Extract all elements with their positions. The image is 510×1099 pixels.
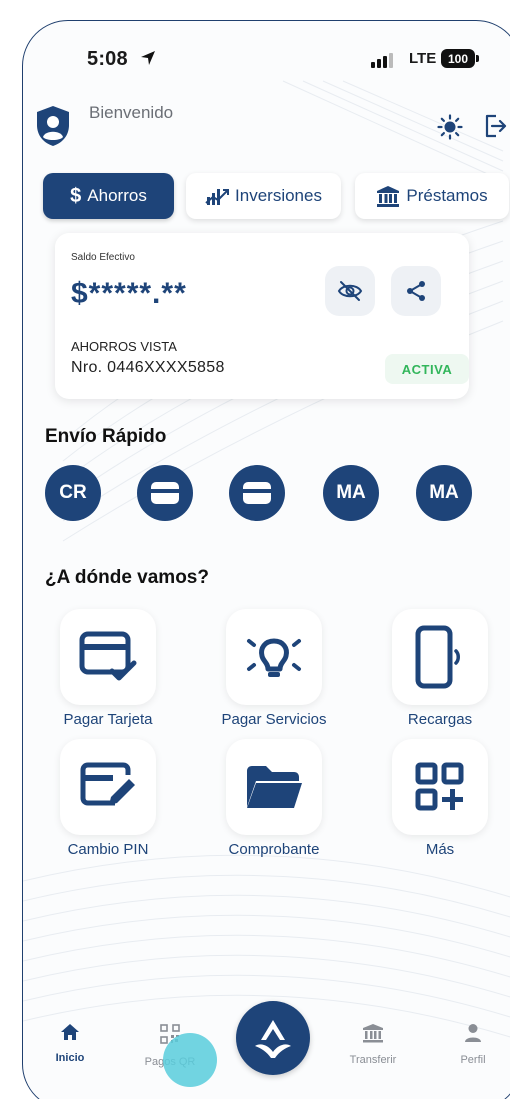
network-type: LTE bbox=[409, 50, 437, 67]
bank-icon bbox=[363, 1024, 383, 1043]
battery-icon: 100 bbox=[441, 49, 479, 68]
shield-user-icon bbox=[37, 106, 69, 146]
card-icon bbox=[243, 482, 271, 504]
tile-label: Pagar Tarjeta bbox=[63, 711, 153, 728]
quick-contact[interactable] bbox=[229, 465, 285, 521]
lightbulb-icon bbox=[247, 638, 301, 677]
balance-amount: $*****.** bbox=[71, 277, 187, 310]
bank-icon bbox=[377, 186, 400, 207]
contact-initials: MA bbox=[336, 482, 366, 503]
card-icon bbox=[151, 482, 179, 504]
share-button[interactable] bbox=[391, 266, 441, 316]
card-edit-icon bbox=[80, 762, 135, 806]
grid-plus-icon bbox=[415, 762, 464, 811]
chart-icon bbox=[205, 189, 230, 205]
home-icon bbox=[61, 1024, 79, 1040]
quick-contact[interactable]: CR bbox=[45, 465, 101, 521]
phone-signal-icon bbox=[415, 625, 460, 689]
tab-ahorros[interactable]: $ Ahorros bbox=[43, 173, 174, 219]
nav-transferir[interactable]: Transferir bbox=[333, 1023, 413, 1066]
destinations-title: ¿A dónde vamos? bbox=[45, 567, 209, 588]
tile-label: Cambio PIN bbox=[67, 841, 149, 858]
nav-label: Inicio bbox=[55, 1052, 85, 1064]
tile-label: Comprobante bbox=[228, 841, 320, 858]
eye-off-icon bbox=[337, 281, 363, 301]
location-arrow-icon bbox=[141, 51, 155, 65]
tab-inversiones[interactable]: Inversiones bbox=[186, 173, 341, 219]
pagar-tarjeta-button[interactable]: Pagar Tarjeta bbox=[23, 609, 193, 728]
tab-prestamos[interactable]: Préstamos bbox=[355, 173, 509, 219]
tile bbox=[226, 609, 322, 705]
status-time: 5:08 bbox=[87, 48, 128, 70]
logout-icon[interactable] bbox=[483, 113, 507, 139]
toggle-visibility-button[interactable] bbox=[325, 266, 375, 316]
share-icon bbox=[407, 281, 425, 301]
status-badge: ACTIVA bbox=[385, 354, 469, 384]
tile-label: Pagar Servicios bbox=[221, 711, 327, 728]
pagar-servicios-button[interactable]: Pagar Servicios bbox=[189, 609, 359, 728]
recargas-button[interactable]: Recargas bbox=[355, 609, 510, 728]
phone-frame: 5:08 LTE 100 Bienvenido $ Ahorros Invers… bbox=[22, 20, 510, 1099]
quick-contact[interactable] bbox=[137, 465, 193, 521]
contact-initials: MA bbox=[429, 482, 459, 503]
tab-label: Inversiones bbox=[235, 186, 322, 205]
touch-indicator bbox=[163, 1033, 217, 1087]
comprobante-button[interactable]: Comprobante bbox=[189, 739, 359, 858]
tile bbox=[392, 739, 488, 835]
contact-initials: CR bbox=[59, 482, 87, 503]
credit-card-check-icon bbox=[79, 631, 137, 681]
mas-button[interactable]: Más bbox=[355, 739, 510, 858]
dollar-icon: $ bbox=[70, 184, 82, 207]
tile bbox=[226, 739, 322, 835]
welcome-text: Bienvenido bbox=[89, 103, 174, 122]
cambio-pin-button[interactable]: Cambio PIN bbox=[23, 739, 193, 858]
tab-label: Ahorros bbox=[87, 186, 147, 205]
nav-label: Perfil bbox=[460, 1054, 486, 1066]
quick-send-title: Envío Rápido bbox=[45, 426, 167, 447]
account-number: Nro. 0446XXXX5858 bbox=[71, 359, 225, 376]
signal-bars-icon bbox=[371, 53, 393, 68]
quick-contact[interactable]: MA bbox=[323, 465, 379, 521]
tab-label: Préstamos bbox=[406, 186, 488, 205]
tile-label: Recargas bbox=[407, 711, 473, 728]
nav-perfil[interactable]: Perfil bbox=[433, 1023, 510, 1066]
nav-label: Transferir bbox=[349, 1054, 397, 1066]
balance-caption: Saldo Efectivo bbox=[71, 252, 135, 263]
account-card[interactable]: Saldo Efectivo $*****.** AHORROS VISTA N… bbox=[55, 233, 469, 399]
person-icon bbox=[465, 1024, 481, 1042]
nav-inicio[interactable]: Inicio bbox=[30, 1023, 110, 1064]
battery-level: 100 bbox=[447, 51, 469, 66]
tile bbox=[392, 609, 488, 705]
sun-icon[interactable] bbox=[437, 114, 463, 140]
account-type: AHORROS VISTA bbox=[71, 339, 177, 354]
brand-logo-icon bbox=[255, 1020, 291, 1058]
tile bbox=[60, 609, 156, 705]
tile-label: Más bbox=[425, 841, 455, 858]
quick-contact[interactable]: MA bbox=[416, 465, 472, 521]
tile bbox=[60, 739, 156, 835]
folder-icon bbox=[247, 766, 302, 808]
brand-logo-button[interactable] bbox=[236, 1001, 310, 1075]
status-bar: 5:08 LTE 100 bbox=[23, 21, 510, 91]
